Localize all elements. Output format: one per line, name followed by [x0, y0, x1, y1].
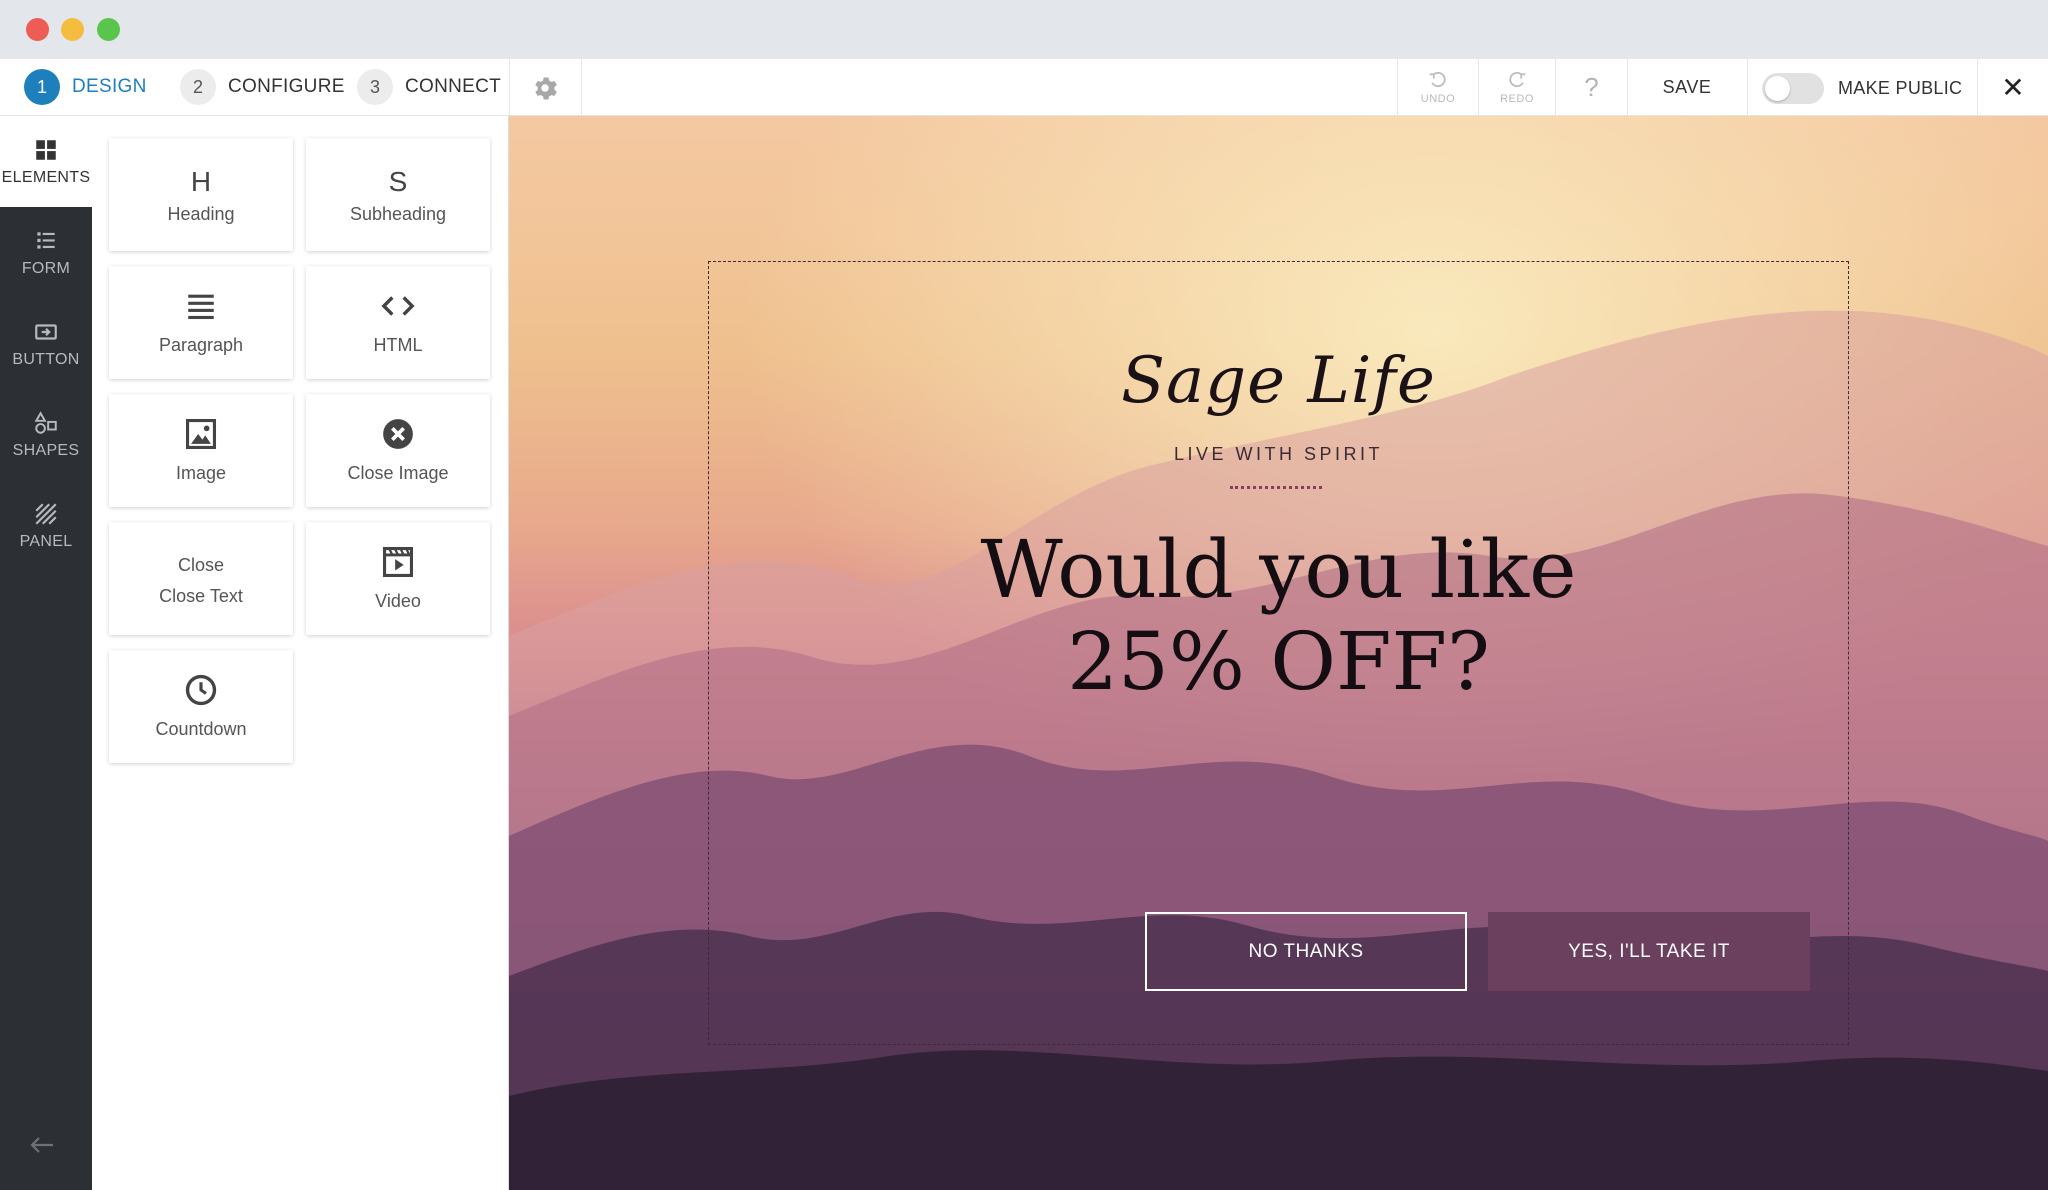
element-video[interactable]: Video: [306, 522, 490, 635]
rail-item-label: SHAPES: [12, 441, 80, 459]
step-label: CONNECT: [405, 76, 502, 97]
redo-button[interactable]: REDO: [1479, 59, 1555, 116]
gear-icon[interactable]: [531, 74, 559, 102]
save-label: SAVE: [1662, 77, 1712, 97]
save-button[interactable]: SAVE: [1628, 59, 1746, 116]
rail-item-label: PANEL: [19, 532, 73, 550]
grid-icon: [36, 139, 56, 160]
redo-label: REDO: [1500, 92, 1534, 105]
step-label: DESIGN: [72, 76, 147, 97]
form-icon: [37, 231, 55, 249]
element-label: Heading: [167, 204, 235, 224]
arrow-left-icon: [30, 1137, 53, 1153]
undo-button[interactable]: UNDO: [1398, 59, 1478, 116]
dotted-divider: [1230, 486, 1322, 489]
left-rail: ELEMENTS FORM BUTTON SHAPES PANEL: [0, 116, 92, 1190]
element-label: Close Text: [159, 585, 243, 606]
no-thanks-label: NO THANKS: [1248, 940, 1364, 962]
element-subheading[interactable]: S Subheading: [306, 138, 490, 251]
brand-tagline: LIVE WITH SPIRIT: [1173, 444, 1384, 464]
step-number: 2: [180, 69, 216, 105]
toolbar-divider: [581, 59, 582, 116]
rail-item-form[interactable]: FORM: [0, 207, 92, 298]
element-label: HTML: [373, 335, 423, 355]
image-icon: [185, 418, 217, 450]
elements-panel: H Heading S Subheading Paragraph HTML Im…: [92, 116, 509, 1190]
element-image[interactable]: Image: [109, 394, 293, 507]
subheading-icon: S: [388, 166, 408, 197]
panel-icon: [35, 502, 57, 525]
yes-take-it-label: YES, I'LL TAKE IT: [1568, 940, 1730, 962]
rail-item-panel[interactable]: PANEL: [0, 480, 92, 571]
element-close-image[interactable]: Close Image: [306, 394, 490, 507]
toolbar-divider: [1747, 59, 1748, 116]
popup-headline: Would you like 25% OFF?: [709, 524, 1848, 708]
step-connect[interactable]: 3 CONNECT: [357, 68, 501, 106]
close-circle-icon: [383, 419, 413, 449]
element-label: Video: [375, 591, 421, 611]
code-icon: [381, 296, 415, 316]
design-canvas[interactable]: Sage Life LIVE WITH SPIRIT Would you lik…: [509, 116, 2048, 1190]
undo-icon: [1429, 71, 1446, 87]
element-html[interactable]: HTML: [306, 266, 490, 379]
video-icon: [382, 546, 414, 578]
element-close-text[interactable]: Close Close Text: [109, 522, 293, 635]
toggle-switch[interactable]: [1762, 73, 1824, 104]
element-label: Countdown: [155, 719, 247, 739]
paragraph-icon: [188, 294, 214, 320]
element-label: Image: [175, 463, 227, 483]
rail-item-label: FORM: [21, 259, 71, 277]
make-public-label: MAKE PUBLIC: [1838, 78, 1963, 98]
no-thanks-button[interactable]: NO THANKS: [1145, 912, 1467, 991]
step-design[interactable]: 1 DESIGN: [24, 68, 147, 106]
element-countdown[interactable]: Countdown: [109, 650, 293, 763]
heading-icon: H: [190, 166, 212, 197]
rail-item-button[interactable]: BUTTON: [0, 298, 92, 389]
headline-line: Would you like: [980, 523, 1577, 616]
yes-take-it-button[interactable]: YES, I'LL TAKE IT: [1488, 912, 1810, 991]
step-configure[interactable]: 2 CONFIGURE: [180, 68, 345, 106]
collapse-panel-button[interactable]: [22, 1125, 62, 1165]
step-number: 1: [24, 69, 60, 105]
element-heading[interactable]: H Heading: [109, 138, 293, 251]
element-label: Subheading: [349, 204, 447, 224]
window-titlebar: [0, 0, 2048, 59]
step-number: 3: [357, 69, 393, 105]
undo-label: UNDO: [1420, 92, 1456, 105]
headline-line: 25% OFF?: [1067, 615, 1490, 708]
top-toolbar: 1 DESIGN 2 CONFIGURE 3 CONNECT UNDO REDO…: [0, 59, 2048, 116]
toggle-knob: [1765, 76, 1790, 101]
rail-item-label: ELEMENTS: [1, 168, 91, 186]
make-public-toggle[interactable]: MAKE PUBLIC: [1762, 73, 1962, 104]
rail-item-elements[interactable]: ELEMENTS: [0, 116, 92, 207]
rail-item-label: BUTTON: [12, 350, 80, 368]
window-maximize-dot[interactable]: [97, 18, 120, 41]
redo-icon: [1509, 71, 1526, 87]
element-label: Close Image: [347, 463, 449, 483]
help-button[interactable]: ?: [1556, 59, 1627, 116]
button-icon: [35, 323, 57, 340]
step-label: CONFIGURE: [228, 76, 345, 97]
rail-item-shapes[interactable]: SHAPES: [0, 389, 92, 480]
toolbar-divider: [509, 59, 510, 116]
popup-frame[interactable]: Sage Life LIVE WITH SPIRIT Would you lik…: [708, 261, 1849, 1045]
clock-icon: [185, 674, 217, 706]
element-label: Paragraph: [158, 335, 244, 355]
shapes-icon: [34, 410, 57, 434]
brand-logo: Sage Life: [1121, 344, 1436, 418]
window-close-dot[interactable]: [26, 18, 49, 41]
window-minimize-dot[interactable]: [61, 18, 84, 41]
question-icon: ?: [1584, 72, 1599, 102]
close-icon: ✕: [2001, 72, 2025, 103]
close-text-icon: Close: [177, 554, 225, 575]
element-paragraph[interactable]: Paragraph: [109, 266, 293, 379]
close-editor-button[interactable]: ✕: [1978, 59, 2048, 116]
